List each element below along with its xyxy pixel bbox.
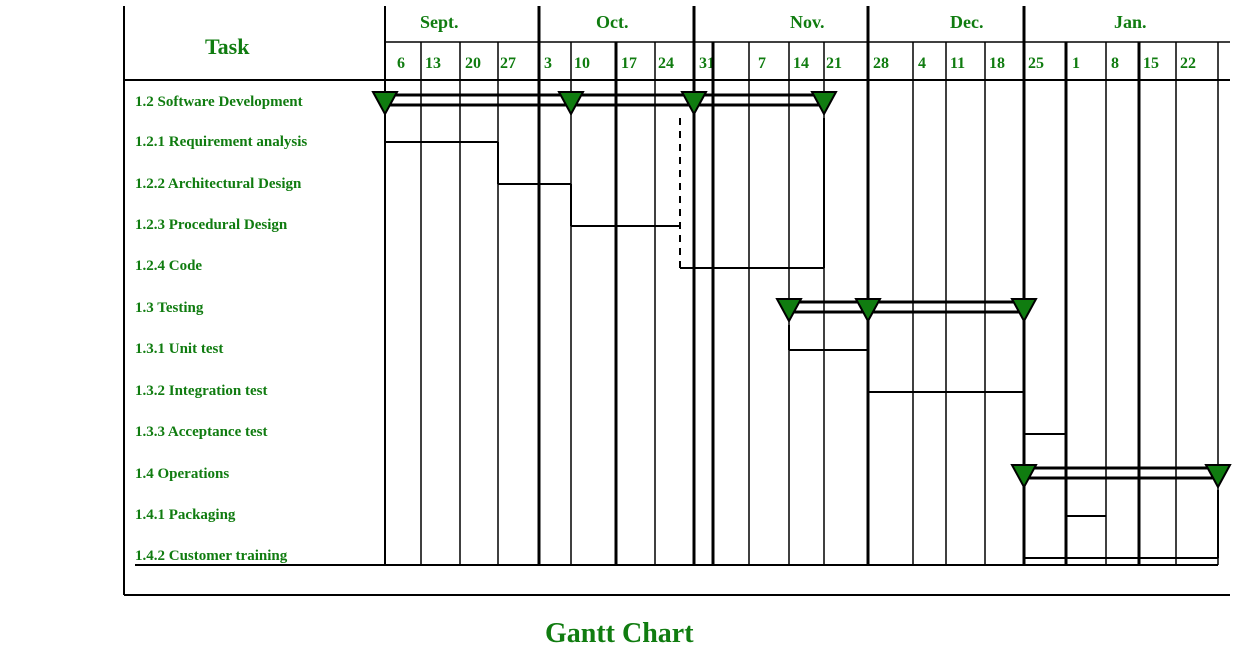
gantt-chart: Task Sept. Oct. Nov. Dec. Jan. 6 13 20 2… <box>0 0 1243 672</box>
gantt-svg <box>0 0 1243 672</box>
